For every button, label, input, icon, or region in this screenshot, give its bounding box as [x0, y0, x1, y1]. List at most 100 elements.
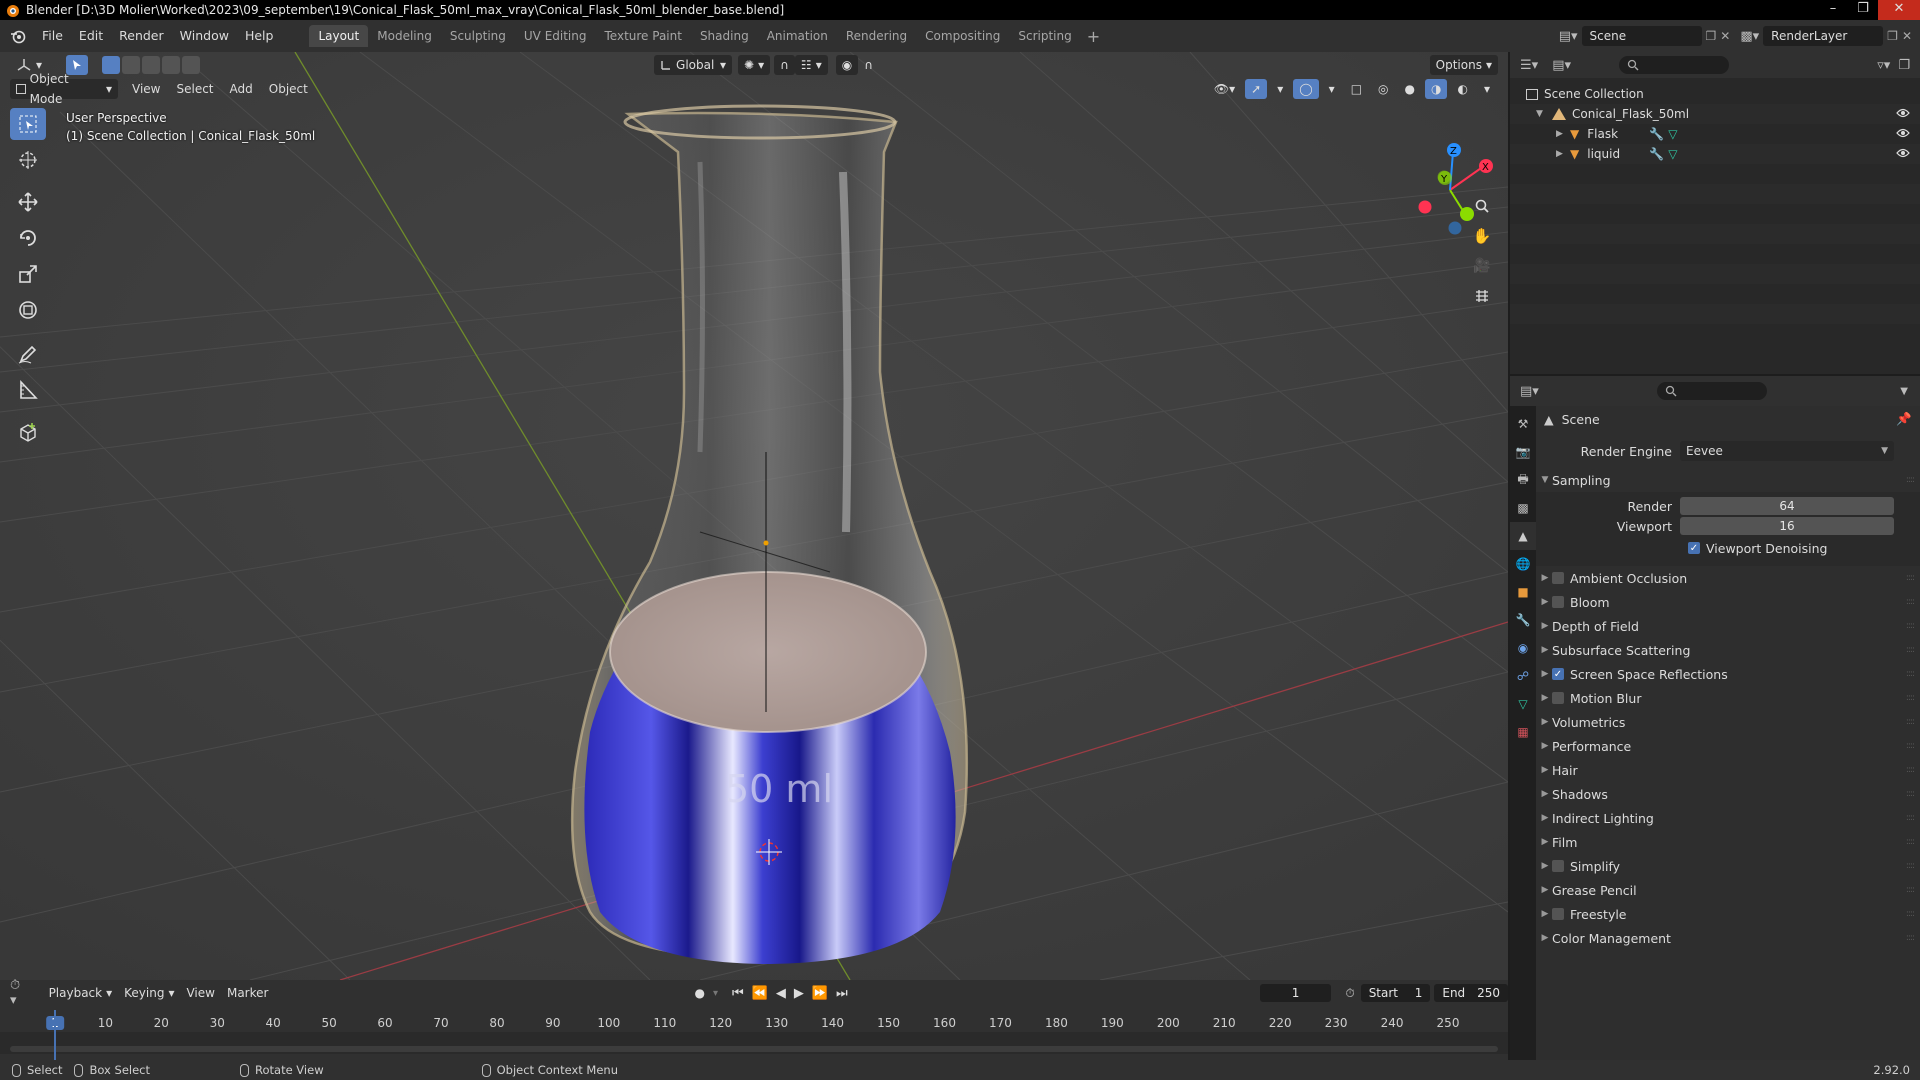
add-workspace-icon[interactable]: +	[1081, 27, 1106, 46]
tab-material[interactable]: ▦	[1510, 718, 1536, 746]
section-motion-blur[interactable]: ▶ Motion Blur::::	[1536, 686, 1920, 710]
drag-grip-icon[interactable]: ::::	[1906, 861, 1915, 871]
tool-annotate[interactable]	[10, 338, 46, 370]
outliner-search-input[interactable]	[1619, 56, 1729, 74]
drag-grip-icon[interactable]: ::::	[1906, 669, 1915, 679]
visibility-eye-icon[interactable]: 👁▾	[1208, 79, 1241, 99]
tab-sculpting[interactable]: Sculpting	[441, 25, 515, 47]
tool-cursor[interactable]	[10, 144, 46, 176]
section-ambient-occlusion[interactable]: ▶ Ambient Occlusion::::	[1536, 566, 1920, 590]
menu-file[interactable]: File	[34, 23, 71, 49]
outliner-row-liquid[interactable]: ▶ ▼ liquid 🔧 ▽	[1510, 144, 1920, 164]
new-scene-icon[interactable]: ❐	[1706, 29, 1717, 43]
keying-menu[interactable]: Keying ▾	[118, 983, 180, 1003]
tab-data[interactable]: ▽	[1510, 690, 1536, 718]
new-collection-icon[interactable]: ❐	[1898, 58, 1910, 73]
keying-set-icon[interactable]: ▾	[713, 988, 718, 999]
properties-editor-type-icon[interactable]: ▤▾	[1520, 384, 1539, 399]
drag-grip-icon[interactable]: ::::	[1906, 475, 1915, 485]
sampling-panel-header[interactable]: ▼ Sampling ::::	[1536, 468, 1920, 492]
section-bloom[interactable]: ▶ Bloom::::	[1536, 590, 1920, 614]
jump-end-icon[interactable]: ⏭	[836, 986, 848, 1001]
section-volumetrics[interactable]: ▶ Volumetrics::::	[1536, 710, 1920, 734]
properties-options-icon[interactable]: ▼	[1900, 386, 1908, 397]
overlay-dropdown-icon[interactable]: ▾	[1323, 79, 1341, 99]
drag-grip-icon[interactable]: ::::	[1906, 885, 1915, 895]
auto-keying-icon[interactable]: ●	[694, 986, 704, 1000]
drag-grip-icon[interactable]: ::::	[1906, 693, 1915, 703]
play-icon[interactable]: ▶	[794, 986, 804, 1001]
restore-icon[interactable]: ❐	[1848, 0, 1878, 20]
material-preview-shading-icon[interactable]: ◑	[1425, 79, 1448, 99]
section-subsurface-scattering[interactable]: ▶ Subsurface Scattering::::	[1536, 638, 1920, 662]
viewport-menu-view[interactable]: View	[124, 76, 168, 102]
expand-arrow-icon[interactable]: ▶	[1556, 149, 1568, 159]
section-indirect-lighting[interactable]: ▶ Indirect Lighting::::	[1536, 806, 1920, 830]
3d-viewport[interactable]: 50 ml X Z Y ▾ Global ▾ ✺ ▾ ∩ ☷ ▾ ◉ ∩ Opt…	[0, 52, 1508, 980]
mesh-data-icon[interactable]: ▽	[1668, 127, 1677, 141]
tab-modeling[interactable]: Modeling	[368, 25, 441, 47]
drag-grip-icon[interactable]: ::::	[1906, 741, 1915, 751]
gizmo-dropdown-icon[interactable]: ▾	[1271, 79, 1289, 99]
options-dropdown[interactable]: Options ▾	[1429, 55, 1498, 75]
snap-target-dropdown[interactable]: ☷ ▾	[794, 55, 828, 75]
tab-physics[interactable]: ◉	[1510, 634, 1536, 662]
drag-grip-icon[interactable]: ::::	[1906, 597, 1915, 607]
tab-object[interactable]: ■	[1510, 578, 1536, 606]
render-samples-field[interactable]: 64	[1680, 497, 1894, 515]
delete-scene-icon[interactable]: ✕	[1720, 29, 1730, 43]
playback-menu[interactable]: Playback ▾	[43, 983, 119, 1003]
drag-grip-icon[interactable]: ::::	[1906, 813, 1915, 823]
next-keyframe-icon[interactable]: ⏩	[812, 986, 828, 1001]
object-mode-dropdown[interactable]: Object Mode ▾	[10, 72, 118, 106]
end-frame-field[interactable]: End 250	[1434, 984, 1508, 1002]
section-enable-checkbox[interactable]	[1552, 596, 1564, 608]
timeline-ruler[interactable]: 1102030405060708090100110120130140150160…	[0, 1012, 1508, 1034]
section-color-management[interactable]: ▶ Color Management::::	[1536, 926, 1920, 950]
select-new-icon[interactable]	[102, 56, 121, 74]
outliner-row-collection[interactable]: ▼ Conical_Flask_50ml	[1510, 104, 1920, 124]
select-invert-icon[interactable]	[162, 56, 181, 74]
visibility-eye-icon[interactable]	[1896, 107, 1910, 122]
section-enable-checkbox[interactable]	[1552, 908, 1564, 920]
tool-transform[interactable]	[10, 294, 46, 326]
section-simplify[interactable]: ▶ Simplify::::	[1536, 854, 1920, 878]
viewport-denoising-checkbox[interactable]: ✓	[1688, 542, 1700, 554]
tab-modifiers[interactable]: 🔧	[1510, 606, 1536, 634]
section-enable-checkbox[interactable]	[1552, 572, 1564, 584]
tab-render[interactable]: 📷	[1510, 438, 1536, 466]
section-film[interactable]: ▶ Film::::	[1536, 830, 1920, 854]
visibility-eye-icon[interactable]	[1896, 147, 1910, 162]
viewport-samples-field[interactable]: 16	[1680, 517, 1894, 535]
timeline-scrollbar[interactable]	[10, 1046, 1498, 1052]
drag-grip-icon[interactable]: ::::	[1906, 909, 1915, 919]
modifier-wrench-icon[interactable]: 🔧	[1649, 147, 1664, 161]
prev-keyframe-icon[interactable]: ⏪	[752, 986, 768, 1001]
drag-grip-icon[interactable]: ::::	[1906, 933, 1915, 943]
section-depth-of-field[interactable]: ▶ Depth of Field::::	[1536, 614, 1920, 638]
menu-help[interactable]: Help	[237, 23, 282, 49]
tool-move[interactable]	[10, 186, 46, 218]
viewport-menu-object[interactable]: Object	[261, 76, 316, 102]
viewport-menu-select[interactable]: Select	[168, 76, 221, 102]
view-layer-field[interactable]: RenderLayer	[1763, 26, 1884, 46]
tool-select-box[interactable]	[10, 108, 46, 140]
drag-grip-icon[interactable]: ::::	[1906, 789, 1915, 799]
section-freestyle[interactable]: ▶ Freestyle::::	[1536, 902, 1920, 926]
tool-add-cube[interactable]	[10, 416, 46, 448]
tab-compositing[interactable]: Compositing	[916, 25, 1009, 47]
tab-uv-editing[interactable]: UV Editing	[515, 25, 596, 47]
start-frame-field[interactable]: Start 1	[1360, 984, 1431, 1002]
overlay-toggle-icon[interactable]: ◯	[1293, 79, 1319, 99]
proportional-falloff-dropdown[interactable]: ∩	[858, 55, 879, 75]
timeline-view-menu[interactable]: View	[180, 983, 220, 1003]
tab-output[interactable]: 🖶	[1510, 466, 1536, 494]
section-shadows[interactable]: ▶ Shadows::::	[1536, 782, 1920, 806]
drag-grip-icon[interactable]: ::::	[1906, 717, 1915, 727]
tab-constraints[interactable]: ☍	[1510, 662, 1536, 690]
close-icon[interactable]: ✕	[1878, 0, 1920, 20]
drag-grip-icon[interactable]: ::::	[1906, 645, 1915, 655]
blender-menu-icon[interactable]	[10, 28, 26, 44]
wireframe-shading-icon[interactable]: ◎	[1372, 79, 1394, 99]
tab-rendering[interactable]: Rendering	[837, 25, 916, 47]
